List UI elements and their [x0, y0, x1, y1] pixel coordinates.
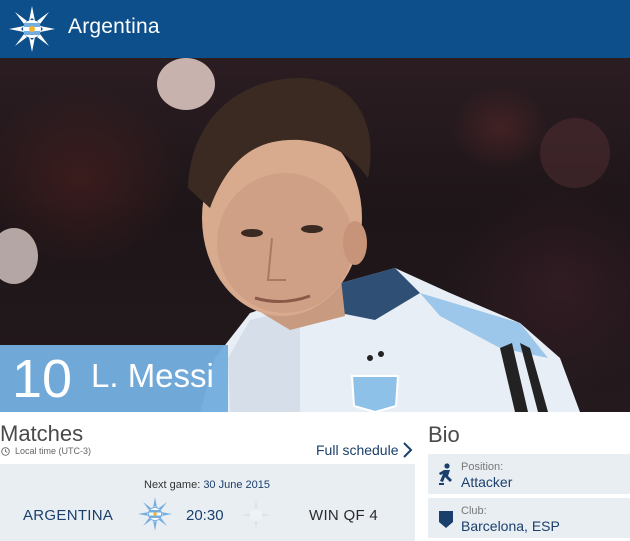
bio-item-position: Position: Attacker: [428, 454, 630, 494]
matches-heading: Matches: [0, 421, 84, 446]
argentina-crest-icon: [138, 497, 172, 531]
bio-label: Club:: [461, 505, 487, 517]
bio-item-club: Club: Barcelona, ESP: [428, 498, 630, 538]
next-game-label: Next game:: [144, 479, 201, 491]
chevron-right-icon[interactable]: [402, 441, 414, 459]
placeholder-crest-icon: [241, 500, 271, 530]
shield-icon: [439, 511, 453, 528]
bio-value: Attacker: [461, 474, 513, 490]
bio-heading: Bio: [428, 422, 460, 447]
argentina-sun-star-icon[interactable]: [8, 5, 56, 53]
player-name: L. Messi: [91, 357, 214, 394]
team-name[interactable]: Argentina: [68, 15, 160, 39]
local-time-note: Local time (UTC-3): [15, 446, 92, 456]
player-number: 10: [12, 349, 73, 409]
clock-icon: [1, 447, 10, 456]
next-game-info: Next game: 30 June 2015: [144, 479, 270, 491]
team-header: Argentina: [0, 0, 630, 58]
bio-label: Position:: [461, 461, 504, 473]
home-team-name[interactable]: ARGENTINA: [23, 507, 113, 524]
player-running-icon: [439, 463, 452, 485]
kickoff-time: 20:30: [186, 507, 224, 524]
next-game-date: 30 June 2015: [203, 479, 270, 491]
bio-value: Barcelona, ESP: [461, 518, 560, 534]
next-match-card[interactable]: [0, 464, 415, 541]
full-schedule-link[interactable]: Full schedule: [316, 442, 399, 458]
away-team-name[interactable]: WIN QF 4: [309, 507, 378, 524]
